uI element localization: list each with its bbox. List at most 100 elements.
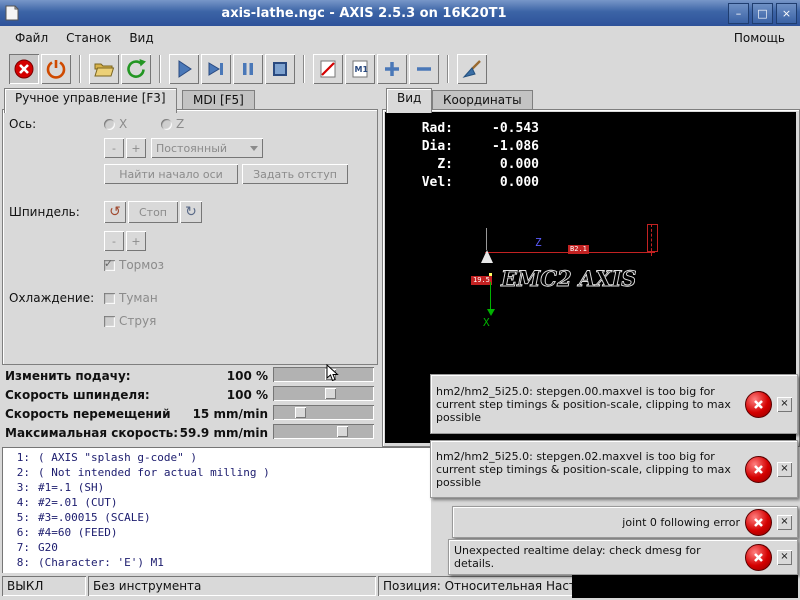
jog-mode-value: Постоянный (156, 141, 228, 155)
optional-pause-m1-icon: M1 (352, 60, 369, 78)
dro-row: Z: 0.000 (407, 156, 539, 174)
error-popup: joint 0 following error × (452, 506, 798, 538)
dro-row: Rad: -0.543 (407, 120, 539, 138)
toolbar-separator (159, 55, 161, 83)
spindle-stop-button[interactable]: Стоп (128, 201, 178, 223)
zoom-out-button[interactable] (409, 54, 439, 84)
titlebar[interactable]: axis-lathe.ngc - AXIS 2.5.3 on 16K20T1 –… (0, 0, 800, 26)
gcode-line-number: 2: (16, 466, 30, 479)
stop-icon (273, 62, 287, 76)
dimension-marker-vertical (647, 224, 658, 252)
gcode-line-number: 5: (16, 511, 30, 524)
step-button[interactable] (201, 54, 231, 84)
slider-handle[interactable] (295, 407, 306, 418)
tab-manual-control[interactable]: Ручное управление [F3] (4, 88, 177, 113)
toolbar-separator (447, 55, 449, 83)
slider-handle[interactable] (337, 426, 348, 437)
jog-speed-value: 15 mm/min (192, 407, 268, 421)
jog-mode-dropdown[interactable]: Постоянный (151, 138, 263, 158)
gcode-listing[interactable]: 1: ( AXIS "splash g-code" ) 2: ( Not inten… (2, 447, 431, 573)
brake-checkbox[interactable] (104, 257, 115, 271)
gcode-line-number: 3: (16, 481, 30, 494)
machine-power-button[interactable] (41, 54, 71, 84)
dro-value: 0.000 (499, 175, 539, 190)
error-popup: hm2/hm2_5i25.0: stepgen.02.maxvel is too… (430, 440, 798, 498)
error-dismiss-button[interactable] (745, 508, 772, 536)
svg-text:M1: M1 (355, 65, 369, 74)
block-delete-toggle[interactable] (313, 54, 343, 84)
open-file-button[interactable] (89, 54, 119, 84)
preview-logo: EMC2 AXIS (500, 266, 637, 292)
maximize-button[interactable]: □ (752, 2, 773, 24)
zoom-in-icon (385, 62, 399, 76)
axis-x-radio[interactable] (104, 119, 115, 130)
close-button[interactable]: × (776, 2, 797, 24)
estop-button[interactable] (9, 54, 39, 84)
jog-minus-button[interactable]: - (104, 138, 124, 158)
error-popup: hm2/hm2_5i25.0: stepgen.00.maxvel is too… (430, 374, 798, 434)
error-text: Unexpected realtime delay: check dmesg f… (454, 544, 701, 570)
dimension-label: 19.5 (471, 276, 492, 285)
optional-pause-toggle[interactable]: M1 (345, 54, 375, 84)
gcode-line-number: 8: (16, 556, 30, 569)
pause-button[interactable] (233, 54, 263, 84)
axis-x-label: X (119, 117, 128, 131)
gcode-line-text: ( Not intended for actual milling ) (38, 466, 270, 479)
error-text: hm2/hm2_5i25.0: stepgen.00.maxvel is too… (436, 384, 731, 424)
reload-button[interactable] (121, 54, 151, 84)
spindle-faster-button[interactable]: + (126, 231, 146, 251)
popup-close-button[interactable]: × (777, 514, 792, 530)
minimize-button[interactable]: – (728, 2, 749, 24)
x-icon (754, 552, 763, 562)
window-icon (5, 5, 19, 21)
spindle-override-slider[interactable] (273, 386, 374, 401)
toolbar-separator (79, 55, 81, 83)
toolbar-separator (303, 55, 305, 83)
flood-checkbox[interactable] (104, 316, 115, 327)
max-velocity-slider[interactable] (273, 424, 374, 439)
error-dismiss-button[interactable] (745, 543, 772, 571)
menu-machine[interactable]: Станок (57, 29, 120, 47)
gcode-line: 7: G20 (4, 540, 429, 555)
x-axis-arrowhead (487, 309, 495, 316)
popup-close-button[interactable]: × (777, 461, 792, 477)
run-button[interactable] (169, 54, 199, 84)
gcode-line: 1: ( AXIS "splash g-code" ) (4, 450, 429, 465)
popup-close-button[interactable]: × (777, 396, 792, 412)
zoom-in-button[interactable] (377, 54, 407, 84)
jog-speed-slider[interactable] (273, 405, 374, 420)
status-machine-state: ВЫКЛ (2, 576, 86, 596)
menu-file[interactable]: Файл (6, 29, 57, 47)
mist-checkbox[interactable] (104, 293, 115, 304)
manual-control-panel: Ось: X Z - + Постоянный Найти начало оси… (2, 109, 378, 365)
menu-help[interactable]: Помощь (725, 29, 794, 47)
axis-z-radio[interactable] (161, 119, 172, 130)
block-delete-slash-icon (320, 60, 336, 78)
slider-handle[interactable] (325, 388, 336, 399)
stop-button[interactable] (265, 54, 295, 84)
max-velocity-value: 59.9 mm/min (179, 426, 268, 440)
spindle-slower-button[interactable]: - (104, 231, 124, 251)
tab-preview[interactable]: Вид (386, 88, 433, 113)
tool-marker (481, 250, 493, 263)
spindle-ccw-button[interactable]: ↺ (104, 201, 126, 223)
estop-icon (14, 59, 34, 79)
spindle-override-value: 100 % (226, 388, 268, 402)
x-axis-label: X (483, 316, 490, 329)
dro-value: 0.000 (499, 157, 539, 172)
error-dismiss-button[interactable] (745, 390, 772, 418)
spindle-cw-button[interactable]: ↻ (180, 201, 202, 223)
gcode-line-text: #3=.00015 (SCALE) (38, 511, 151, 524)
set-offset-button[interactable]: Задать отступ (242, 164, 348, 184)
dro-row: Vel: 0.000 (407, 174, 539, 192)
gcode-line-text: (Character: 'E') M1 (38, 556, 164, 569)
feed-override-slider[interactable] (273, 367, 374, 382)
origin-dot (489, 273, 492, 276)
error-dismiss-button[interactable] (745, 455, 772, 483)
clear-plot-button[interactable] (457, 54, 487, 84)
menu-view[interactable]: Вид (120, 29, 162, 47)
popup-close-button[interactable]: × (777, 549, 792, 565)
dro-value: -0.543 (492, 121, 539, 136)
jog-plus-button[interactable]: + (126, 138, 146, 158)
home-axis-button[interactable]: Найти начало оси (104, 164, 238, 184)
